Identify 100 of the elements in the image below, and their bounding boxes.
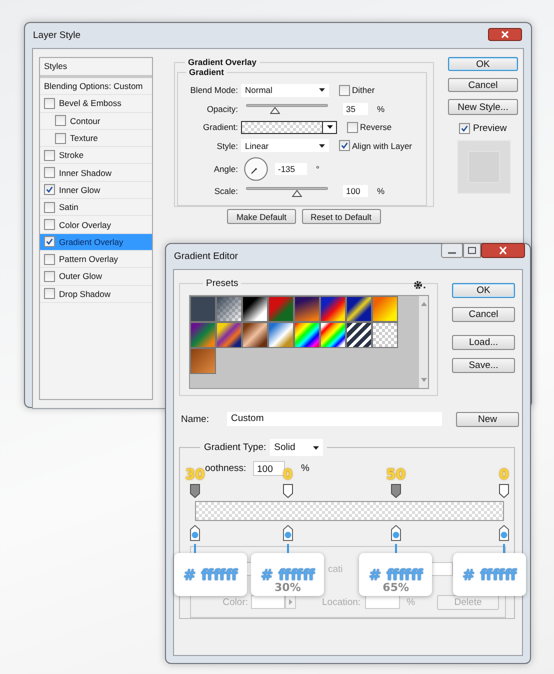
checkbox[interactable] bbox=[44, 270, 55, 282]
checkbox[interactable] bbox=[44, 150, 55, 161]
style-item[interactable]: Drop Shadow bbox=[40, 286, 152, 303]
field-label: Angle: bbox=[212, 164, 239, 174]
gradient-type-dropdown[interactable]: Solid bbox=[270, 439, 324, 456]
dialog-button[interactable]: Cancel bbox=[452, 307, 515, 322]
gradient-swatch[interactable] bbox=[346, 322, 372, 348]
field-label: Name: bbox=[180, 414, 210, 424]
unit-label: % bbox=[406, 596, 416, 608]
gradient-swatch[interactable] bbox=[346, 296, 372, 322]
opacity-annotation: 30 bbox=[184, 467, 206, 483]
field-label: oothness: bbox=[205, 462, 248, 474]
style-preview bbox=[457, 140, 511, 194]
style-item[interactable]: Inner Glow bbox=[40, 182, 152, 200]
gradient-swatch[interactable] bbox=[372, 296, 398, 322]
style-item[interactable]: Blending Options: Custom bbox=[40, 78, 152, 96]
gradient-picker[interactable] bbox=[241, 120, 337, 134]
checkbox[interactable] bbox=[44, 202, 55, 213]
opacity-stop[interactable] bbox=[282, 484, 293, 498]
dialog-button[interactable]: OK bbox=[448, 57, 518, 71]
color-swatch[interactable] bbox=[251, 595, 285, 609]
blend-mode-dropdown[interactable]: Normal bbox=[241, 84, 329, 97]
style-dropdown[interactable]: Linear bbox=[241, 139, 329, 152]
gradient-swatch[interactable] bbox=[294, 322, 320, 348]
dialog-button[interactable]: Load... bbox=[452, 335, 515, 350]
checkbox[interactable] bbox=[44, 98, 55, 109]
color-tooltip: # ffffff bbox=[174, 553, 247, 596]
checkbox[interactable] bbox=[44, 236, 55, 248]
name-field[interactable]: Custom bbox=[227, 412, 442, 426]
minimize-icon[interactable] bbox=[441, 243, 463, 258]
new-button[interactable]: New bbox=[456, 412, 519, 426]
checkbox[interactable] bbox=[44, 167, 55, 178]
gradient-swatch[interactable] bbox=[190, 348, 216, 374]
gradient-swatch[interactable] bbox=[268, 322, 294, 348]
opacity-stop[interactable] bbox=[390, 484, 401, 498]
unit-label: % bbox=[377, 104, 385, 114]
color-stop[interactable] bbox=[190, 525, 200, 541]
dialog-button[interactable]: New Style... bbox=[448, 99, 518, 115]
dialog-button[interactable]: OK bbox=[452, 283, 515, 298]
maximize-icon[interactable] bbox=[463, 243, 481, 258]
field-label: Gradient Type: bbox=[204, 442, 266, 453]
dialog-button[interactable]: Make Default bbox=[227, 209, 296, 224]
color-stop[interactable] bbox=[390, 525, 401, 541]
caret-icon bbox=[319, 144, 325, 148]
close-icon[interactable] bbox=[488, 28, 522, 41]
dialog-button[interactable]: Cancel bbox=[448, 78, 518, 92]
style-item[interactable]: Pattern Overlay bbox=[40, 250, 152, 268]
style-item[interactable]: Gradient Overlay bbox=[40, 234, 152, 251]
checkbox-label: Dither bbox=[352, 85, 375, 96]
checkbox[interactable] bbox=[44, 219, 55, 230]
style-item[interactable]: Satin bbox=[40, 199, 152, 216]
field-label: Style: bbox=[216, 140, 239, 151]
group-title: Gradient bbox=[188, 67, 225, 77]
style-item[interactable]: Texture bbox=[40, 130, 152, 148]
caret-icon bbox=[319, 88, 325, 92]
checkbox[interactable] bbox=[44, 254, 55, 265]
location-field[interactable] bbox=[364, 595, 400, 609]
color-stop[interactable] bbox=[282, 525, 293, 541]
field-label: Color: bbox=[222, 596, 249, 608]
style-item[interactable]: Outer Glow bbox=[40, 268, 152, 286]
gradient-swatch[interactable] bbox=[242, 296, 268, 322]
checkbox[interactable] bbox=[347, 122, 358, 133]
opacity-annotation: 0 bbox=[498, 467, 510, 483]
style-item[interactable]: Inner Shadow bbox=[40, 164, 152, 182]
gradient-swatch[interactable] bbox=[320, 296, 346, 322]
opacity-field[interactable]: 35 bbox=[343, 102, 368, 115]
caret-icon bbox=[313, 446, 320, 450]
settings-icon[interactable] bbox=[413, 280, 427, 290]
gradient-swatch[interactable] bbox=[190, 296, 216, 322]
opacity-stop[interactable] bbox=[499, 484, 509, 498]
checkbox[interactable] bbox=[55, 115, 66, 126]
checkbox-label: Preview bbox=[473, 122, 507, 134]
checkbox[interactable] bbox=[459, 122, 470, 134]
dialog-button[interactable]: Reset to Default bbox=[302, 209, 381, 224]
style-item[interactable]: Contour bbox=[40, 112, 152, 130]
checkbox[interactable] bbox=[339, 84, 350, 96]
field-label: Opacity: bbox=[206, 104, 239, 114]
angle-dial[interactable] bbox=[244, 156, 268, 180]
gradient-swatch[interactable] bbox=[320, 322, 346, 348]
gradient-swatch[interactable] bbox=[242, 322, 268, 348]
angle-field[interactable]: -135 bbox=[275, 162, 307, 174]
gradient-swatch[interactable] bbox=[216, 296, 242, 322]
color-stop[interactable] bbox=[499, 525, 509, 541]
opacity-stop[interactable] bbox=[190, 484, 200, 498]
gradient-swatch[interactable] bbox=[216, 322, 242, 348]
style-item[interactable]: Stroke bbox=[40, 147, 152, 164]
checkbox[interactable] bbox=[55, 132, 66, 144]
style-item[interactable]: Bevel & Emboss bbox=[40, 95, 152, 113]
gradient-swatch[interactable] bbox=[268, 296, 294, 322]
gradient-swatch[interactable] bbox=[190, 322, 216, 348]
gradient-swatch[interactable] bbox=[294, 296, 320, 322]
window-title: Layer Style bbox=[33, 30, 81, 41]
checkbox[interactable] bbox=[44, 288, 55, 300]
gradient-swatch[interactable] bbox=[372, 322, 398, 348]
checkbox[interactable] bbox=[339, 140, 350, 152]
smoothness-field[interactable]: 100 bbox=[253, 460, 285, 476]
dialog-button[interactable]: Save... bbox=[452, 358, 515, 373]
close-icon[interactable] bbox=[481, 243, 525, 258]
checkbox[interactable] bbox=[44, 184, 55, 196]
scale-field[interactable]: 100 bbox=[343, 185, 368, 198]
